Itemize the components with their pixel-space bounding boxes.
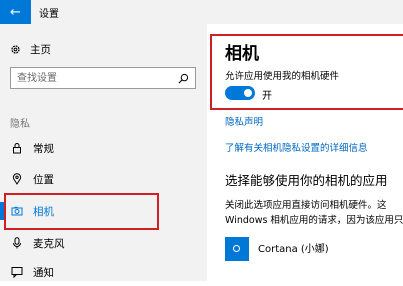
cortana-app-icon <box>225 237 249 261</box>
highlight-box-camera-nav <box>4 193 159 230</box>
sidebar-item-label: 常规 <box>33 143 54 155</box>
toggle-knob <box>244 89 252 97</box>
app-name-cortana: Cortana (小娜) <box>258 244 329 255</box>
sidebar-item-location[interactable]: 位置 <box>0 165 207 193</box>
sidebar-item-label: 位置 <box>33 174 54 186</box>
choose-apps-heading: 选择能够使用你的相机的应用 <box>225 173 388 188</box>
camera-access-toggle[interactable] <box>225 86 255 100</box>
title-bar: ← 设置 <box>0 0 403 24</box>
sidebar-item-label: 通知 <box>33 267 54 279</box>
location-icon <box>12 173 22 185</box>
sidebar-item-label: 麦克风 <box>33 238 65 250</box>
sidebar-item-general[interactable]: 常规 <box>0 134 207 162</box>
learn-more-link[interactable]: 了解有关相机隐私设置的详细信息 <box>225 140 368 154</box>
gear-icon <box>11 45 20 54</box>
home-nav-item[interactable]: 主页 <box>10 42 51 57</box>
search-box[interactable] <box>10 67 196 89</box>
notification-icon <box>11 267 23 278</box>
search-input[interactable] <box>17 71 167 85</box>
privacy-statement-link[interactable]: 隐私声明 <box>225 114 263 128</box>
microphone-icon <box>13 237 21 249</box>
cortana-circle-icon <box>233 245 240 252</box>
toggle-state-label: 开 <box>262 91 272 102</box>
lock-icon <box>13 143 21 154</box>
sidebar-item-microphone[interactable]: 麦克风 <box>0 229 207 257</box>
description-line-2: Windows 相机应用的请求，因为该应用只 <box>225 215 403 226</box>
back-button[interactable]: ← <box>0 0 31 24</box>
home-label: 主页 <box>30 44 51 56</box>
back-arrow-icon: ← <box>10 4 21 20</box>
search-icon[interactable] <box>178 73 189 84</box>
allow-camera-label: 允许应用使用我的相机硬件 <box>225 71 340 82</box>
sidebar-item-notifications[interactable]: 通知 <box>0 258 207 286</box>
privacy-section-label: 隐私 <box>10 119 30 130</box>
window-title: 设置 <box>39 9 59 20</box>
page-title: 相机 <box>225 44 259 64</box>
description-line-1: 关闭此选项应用直接访问相机硬件。这 <box>225 200 387 211</box>
